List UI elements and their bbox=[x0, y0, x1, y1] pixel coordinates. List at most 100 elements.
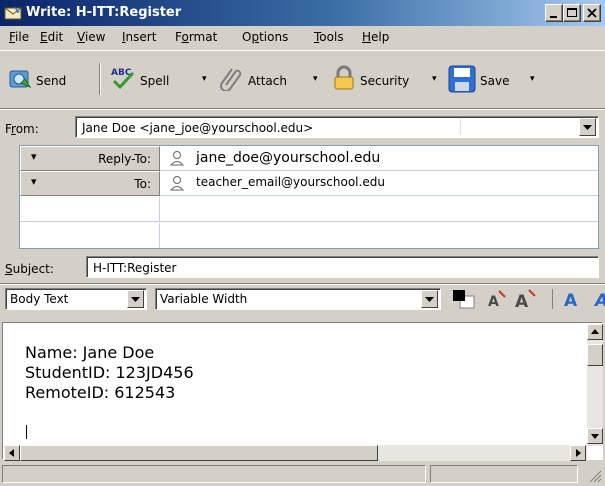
chevron-down-icon: ▾ bbox=[31, 175, 37, 188]
spell-dropdown-arrow[interactable]: ▾ bbox=[202, 74, 207, 84]
attach-button[interactable]: Attach bbox=[218, 65, 310, 93]
text-caret bbox=[26, 425, 27, 439]
smaller-text-icon: A bbox=[488, 290, 506, 310]
chevron-down-icon bbox=[131, 297, 140, 302]
bold-button[interactable]: A bbox=[562, 287, 588, 311]
subject-label: Subject: bbox=[5, 262, 54, 276]
recipient-address[interactable]: jane_doe@yourschool.edu bbox=[196, 150, 380, 166]
recipient-type-select[interactable]: ▾ To: bbox=[20, 171, 160, 196]
message-line: Name: Jane Doe bbox=[25, 343, 155, 362]
italic-icon: A bbox=[593, 291, 605, 311]
message-body-editor[interactable]: Name: Jane Doe StudentID: 123JD456 Remot… bbox=[2, 322, 603, 461]
menu-tools[interactable]: Tools bbox=[314, 30, 344, 44]
security-button[interactable]: Security bbox=[332, 65, 432, 93]
menu-help[interactable]: Help bbox=[362, 30, 389, 44]
toolbar-separator bbox=[552, 289, 553, 309]
attach-dropdown-arrow[interactable]: ▾ bbox=[313, 74, 318, 84]
recipient-row[interactable]: ▾ To: teacher_email@yourschool.edu bbox=[20, 171, 598, 196]
spell-check-icon: ABC bbox=[110, 65, 136, 94]
recipient-address[interactable]: teacher_email@yourschool.edu bbox=[196, 175, 385, 189]
recipient-type-empty bbox=[20, 223, 160, 248]
status-progress-panel bbox=[430, 465, 578, 483]
chevron-down-icon bbox=[425, 297, 434, 302]
minimize-button[interactable] bbox=[545, 4, 563, 22]
italic-button[interactable]: A bbox=[592, 287, 605, 311]
scroll-up-arrow-icon bbox=[591, 329, 599, 334]
scroll-down-arrow-icon bbox=[591, 434, 599, 439]
scroll-up-button[interactable] bbox=[587, 324, 603, 340]
divider bbox=[0, 108, 605, 110]
save-dropdown-arrow[interactable]: ▾ bbox=[530, 74, 535, 84]
color-swatch-icon bbox=[453, 290, 475, 309]
menu-options[interactable]: Options bbox=[242, 30, 288, 44]
paragraph-style-dropdown[interactable] bbox=[127, 290, 144, 308]
menu-file[interactable]: File bbox=[9, 30, 29, 44]
from-label: From: bbox=[5, 122, 39, 136]
font-select[interactable]: Variable Width bbox=[155, 288, 441, 310]
svg-text:A: A bbox=[515, 292, 529, 311]
contact-icon bbox=[169, 150, 185, 169]
recipient-type-empty bbox=[20, 197, 160, 222]
recipient-type-select[interactable]: ▾ Reply-To: bbox=[20, 146, 160, 171]
vertical-scrollbar[interactable] bbox=[587, 324, 603, 446]
resize-grip-icon[interactable] bbox=[586, 467, 602, 486]
paperclip-icon bbox=[218, 65, 244, 94]
recipient-row[interactable]: ▾ Reply-To: jane_doe@yourschool.edu bbox=[20, 146, 598, 171]
menu-format[interactable]: Format bbox=[175, 30, 217, 44]
svg-text:A: A bbox=[564, 291, 578, 311]
lock-icon bbox=[332, 65, 356, 94]
recipient-type-label: To: bbox=[134, 177, 151, 191]
vertical-scroll-thumb[interactable] bbox=[587, 344, 603, 366]
svg-text:A: A bbox=[593, 291, 605, 311]
paragraph-style-value: Body Text bbox=[10, 292, 69, 306]
scroll-right-arrow-icon bbox=[576, 449, 581, 457]
chevron-down-icon: ▾ bbox=[31, 150, 37, 163]
security-dropdown-arrow[interactable]: ▾ bbox=[432, 74, 437, 84]
font-dropdown[interactable] bbox=[421, 290, 438, 308]
save-button[interactable]: Save bbox=[448, 65, 518, 93]
title-bar[interactable]: Write: H-ITT:Register bbox=[0, 0, 605, 26]
message-line: RemoteID: 612543 bbox=[25, 383, 176, 402]
window-title: Write: H-ITT:Register bbox=[26, 5, 182, 20]
menu-view[interactable]: View bbox=[77, 30, 105, 44]
bold-icon: A bbox=[564, 291, 578, 311]
recipient-row-empty[interactable] bbox=[20, 197, 598, 222]
toolbar: Send ABC Spell ▾ Attach ▾ Security ▾ Sav… bbox=[0, 50, 605, 108]
menu-bar: File Edit View Insert Format Options Too… bbox=[0, 26, 605, 48]
divider bbox=[0, 283, 605, 285]
maximize-button[interactable] bbox=[563, 4, 581, 22]
text-color-button[interactable] bbox=[450, 287, 480, 311]
scroll-left-arrow-icon bbox=[9, 449, 14, 457]
scroll-right-button[interactable] bbox=[570, 445, 586, 461]
compose-window-icon bbox=[4, 4, 22, 22]
send-button[interactable]: Send bbox=[8, 65, 94, 93]
increase-font-size-button[interactable]: A bbox=[514, 287, 540, 312]
subject-input[interactable]: H-ITT:Register bbox=[86, 256, 599, 278]
from-field-divider bbox=[460, 119, 461, 135]
chevron-down-icon bbox=[583, 125, 592, 130]
contact-icon bbox=[169, 175, 185, 194]
recipient-row-empty[interactable] bbox=[20, 223, 598, 248]
scroll-down-button[interactable] bbox=[587, 428, 603, 444]
menu-edit[interactable]: Edit bbox=[40, 30, 63, 44]
from-dropdown-button[interactable] bbox=[579, 118, 596, 136]
spell-button[interactable]: ABC Spell bbox=[110, 65, 200, 93]
send-icon bbox=[8, 67, 32, 94]
status-text-panel bbox=[2, 465, 426, 483]
recipient-type-label: Reply-To: bbox=[98, 152, 151, 166]
svg-text:A: A bbox=[488, 294, 499, 310]
horizontal-scroll-thumb[interactable] bbox=[20, 445, 378, 461]
floppy-disk-icon bbox=[448, 65, 476, 96]
recipients-list: ▾ Reply-To: jane_doe@yourschool.edu ▾ To… bbox=[19, 145, 599, 249]
from-account-select[interactable]: Jane Doe <jane_joe@yourschool.edu> bbox=[75, 116, 599, 138]
horizontal-scrollbar[interactable] bbox=[4, 445, 587, 461]
subject-value: H-ITT:Register bbox=[93, 261, 177, 275]
menu-insert[interactable]: Insert bbox=[122, 30, 156, 44]
decrease-font-size-button[interactable]: A bbox=[485, 287, 509, 311]
paragraph-style-select[interactable]: Body Text bbox=[5, 288, 147, 310]
close-button[interactable] bbox=[583, 4, 601, 22]
larger-text-icon: A bbox=[515, 289, 536, 312]
font-value: Variable Width bbox=[160, 292, 248, 306]
scroll-left-button[interactable] bbox=[4, 445, 20, 461]
toolbar-separator bbox=[99, 63, 101, 95]
